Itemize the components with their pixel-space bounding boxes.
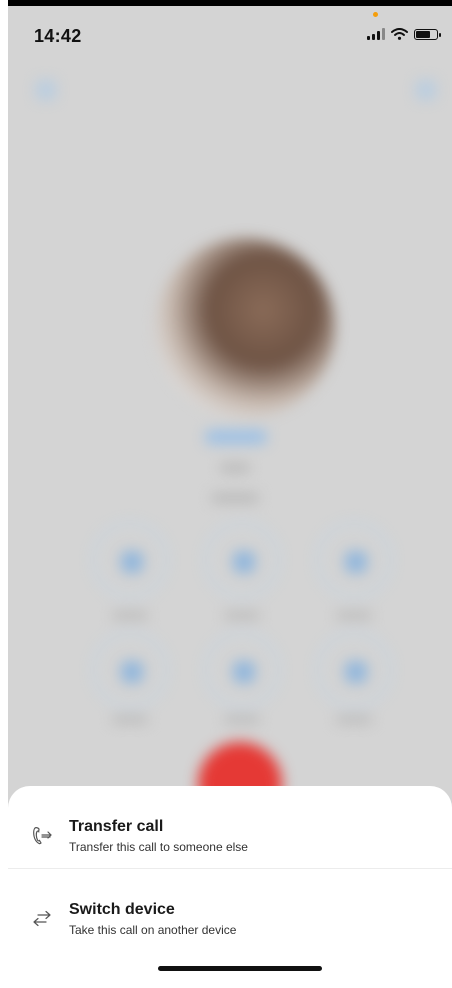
switch-device-icon: [33, 910, 51, 927]
mute-button-blurred: [92, 522, 168, 598]
speaker-button-blurred: [316, 522, 392, 598]
back-button-blurred: [36, 80, 56, 100]
transfer-call-icon: [33, 827, 52, 845]
label-blurred: [336, 612, 372, 619]
hold-button-blurred: [92, 632, 168, 708]
label-blurred: [336, 716, 372, 723]
switch-device-title: Switch device: [69, 901, 175, 918]
label-blurred: [224, 716, 260, 723]
label-blurred: [112, 716, 148, 723]
caller-number-blurred: [220, 464, 250, 472]
cellular-signal-icon: [367, 28, 385, 40]
label-blurred: [224, 612, 260, 619]
status-icons: [367, 28, 441, 40]
keypad-button-blurred: [204, 522, 280, 598]
video-button-blurred: [316, 632, 392, 708]
transfer-call-subtitle: Transfer this call to someone else: [69, 840, 248, 854]
add-call-button-blurred: [204, 632, 280, 708]
divider: [8, 868, 452, 869]
call-duration-blurred: [211, 494, 259, 502]
privacy-indicator-dot: [373, 12, 378, 17]
avatar: [155, 238, 335, 418]
switch-device-subtitle: Take this call on another device: [69, 923, 237, 937]
caller-name-blurred: [205, 430, 267, 444]
menu-button-blurred: [416, 80, 436, 100]
home-indicator[interactable]: [158, 966, 322, 971]
battery-icon: [414, 28, 441, 40]
switch-device-option[interactable]: Switch device Take this call on another …: [8, 883, 452, 963]
status-time: 14:42: [34, 26, 82, 46]
label-blurred: [112, 612, 148, 619]
wifi-icon: [391, 28, 408, 40]
action-sheet: Transfer call Transfer this call to some…: [8, 786, 452, 988]
transfer-call-title: Transfer call: [69, 818, 164, 835]
